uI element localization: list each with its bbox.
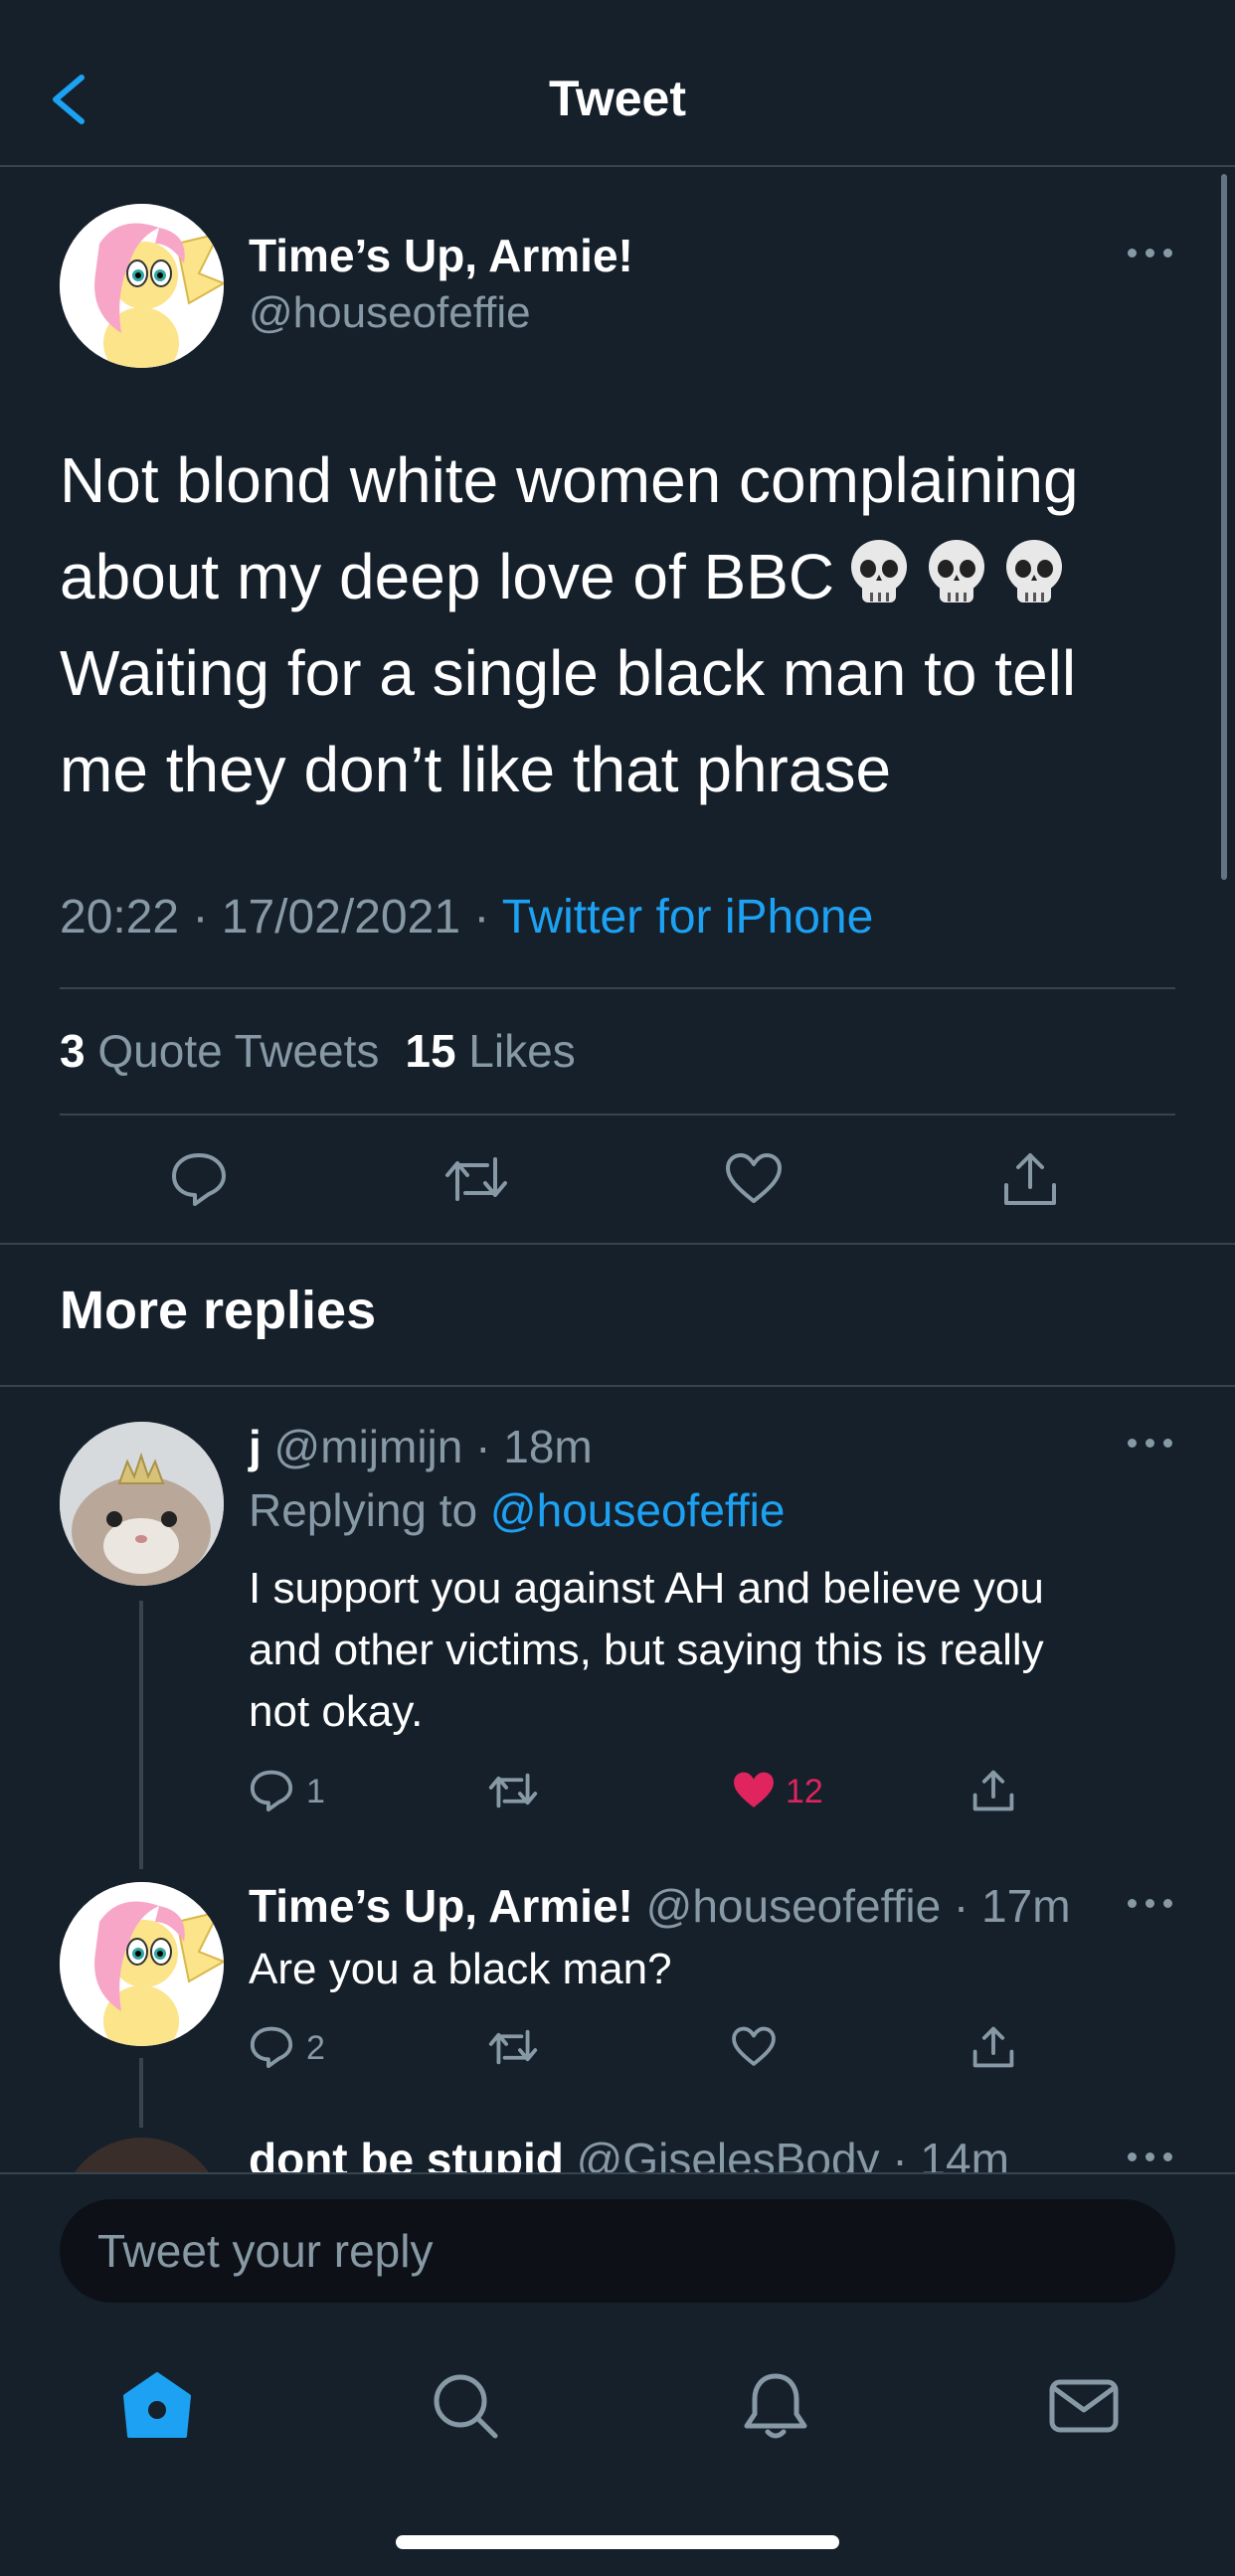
divider bbox=[0, 1385, 1235, 1387]
reply-composer[interactable] bbox=[60, 2199, 1175, 2303]
reply-header: j @mijmijn · 18m bbox=[249, 1420, 593, 1473]
author-name[interactable]: Time’s Up, Armie! bbox=[249, 229, 633, 282]
reply-icon bbox=[250, 2026, 293, 2069]
tweet-text-line: Not blond white women complaining bbox=[60, 444, 1079, 516]
reply-handle-time[interactable]: @houseofeffie · 17m bbox=[633, 1880, 1071, 1932]
tweet-text-line: Waiting for a single black man to tell bbox=[60, 637, 1077, 709]
tab-messages[interactable] bbox=[1044, 2366, 1124, 2446]
more-options-icon[interactable] bbox=[1128, 1439, 1173, 1451]
reply-count: 2 bbox=[306, 2029, 325, 2067]
reply-button[interactable] bbox=[249, 2024, 294, 2070]
messages-icon bbox=[1049, 2379, 1119, 2433]
heart-icon bbox=[732, 2026, 776, 2066]
reply-header: Time’s Up, Armie! @houseofeffie · 17m bbox=[249, 1879, 1071, 1933]
skull-emoji-icon bbox=[929, 540, 985, 602]
page-title: Tweet bbox=[549, 71, 686, 126]
divider bbox=[60, 987, 1175, 989]
tab-notifications[interactable] bbox=[736, 2366, 815, 2446]
quote-count: 3 bbox=[60, 1025, 86, 1077]
home-indicator[interactable] bbox=[396, 2535, 839, 2549]
skull-emoji-icon bbox=[1006, 540, 1063, 602]
author-handle[interactable]: @houseofeffie bbox=[249, 288, 531, 338]
share-icon bbox=[1004, 1153, 1056, 1205]
replying-to: Replying to @houseofeffie bbox=[249, 1483, 785, 1537]
tweet-source-link[interactable]: Twitter for iPhone bbox=[502, 891, 874, 944]
tweet-text-line: about my deep love of BBC bbox=[60, 529, 1183, 625]
like-button[interactable] bbox=[730, 2024, 778, 2070]
reply-icon bbox=[250, 1770, 293, 1812]
share-icon bbox=[972, 1770, 1014, 1811]
avatar[interactable] bbox=[60, 204, 224, 368]
reply-button[interactable] bbox=[169, 1149, 229, 1209]
tab-search[interactable] bbox=[426, 2366, 505, 2446]
like-button[interactable] bbox=[730, 1768, 778, 1813]
tweet-text-line: me they don’t like that phrase bbox=[60, 734, 892, 805]
reply-text-line: I support you against AH and believe you bbox=[249, 1564, 1044, 1613]
like-label: Likes bbox=[455, 1025, 576, 1077]
avatar[interactable] bbox=[60, 1882, 224, 2046]
share-icon bbox=[972, 2026, 1014, 2068]
heart-filled-icon bbox=[734, 1772, 774, 1807]
retweet-icon bbox=[488, 2029, 538, 2065]
likes-link[interactable]: 15 Likes bbox=[405, 1025, 575, 1077]
notifications-icon bbox=[744, 2373, 807, 2439]
reply-text-line: not okay. bbox=[249, 1687, 424, 1736]
hamster-avatar-icon bbox=[60, 1422, 224, 1586]
like-count: 15 bbox=[405, 1025, 456, 1077]
thread-line bbox=[139, 1601, 143, 1869]
replying-to-link[interactable]: @houseofeffie bbox=[490, 1484, 786, 1536]
share-button[interactable] bbox=[970, 2024, 1016, 2070]
retweet-icon bbox=[488, 1773, 538, 1808]
scrollbar[interactable] bbox=[1221, 174, 1227, 880]
retweet-button[interactable] bbox=[443, 1149, 509, 1209]
section-title: More replies bbox=[60, 1281, 377, 1340]
divider bbox=[60, 1114, 1175, 1116]
retweet-button[interactable] bbox=[487, 1768, 539, 1813]
retweet-icon bbox=[445, 1157, 507, 1201]
tweet-text: Not blond white women complaining about … bbox=[60, 432, 1183, 818]
replying-prefix: Replying to bbox=[249, 1484, 490, 1536]
tab-home[interactable] bbox=[117, 2366, 197, 2446]
reply-text-line: and other victims, but saying this is re… bbox=[249, 1626, 1044, 1674]
reply-button[interactable] bbox=[249, 1768, 294, 1813]
reply-author-name[interactable]: Time’s Up, Armie! bbox=[249, 1880, 633, 1932]
share-button[interactable] bbox=[970, 1768, 1016, 1813]
top-bar: Tweet bbox=[0, 0, 1235, 167]
more-options-icon[interactable] bbox=[1128, 2152, 1173, 2164]
avatar[interactable] bbox=[60, 1422, 224, 1586]
thread-line bbox=[139, 2058, 143, 2128]
reply-text: Are you a black man? bbox=[249, 1939, 1183, 2000]
divider bbox=[0, 1243, 1235, 1245]
skull-emoji-icon bbox=[851, 540, 908, 602]
reply-input[interactable] bbox=[97, 2199, 1132, 2303]
home-icon bbox=[123, 2372, 191, 2438]
more-options-icon[interactable] bbox=[1128, 249, 1173, 260]
reply-icon bbox=[172, 1153, 226, 1206]
tweet-timestamp: 20:22 · 17/02/2021 · bbox=[60, 891, 502, 944]
pony-avatar-icon bbox=[60, 204, 224, 368]
quote-label: Quote Tweets bbox=[85, 1025, 380, 1077]
quote-tweets-link[interactable]: 3 Quote Tweets bbox=[60, 1025, 379, 1077]
reply-text-line: Are you a black man? bbox=[249, 1945, 672, 1993]
share-button[interactable] bbox=[1000, 1149, 1060, 1209]
retweet-button[interactable] bbox=[487, 2024, 539, 2070]
tweet-text-segment: about my deep love of BBC bbox=[60, 541, 835, 612]
heart-icon bbox=[726, 1153, 782, 1203]
more-options-icon[interactable] bbox=[1128, 1899, 1173, 1911]
tweet-stats: 3 Quote Tweets 15 Likes bbox=[60, 1024, 576, 1078]
reply-count: 1 bbox=[306, 1773, 325, 1810]
pony-avatar-icon bbox=[60, 1882, 224, 2046]
tweet-meta: 20:22 · 17/02/2021 · Twitter for iPhone bbox=[60, 890, 873, 945]
reply-like-count: 12 bbox=[786, 1773, 823, 1810]
reply-author-name[interactable]: j bbox=[249, 1421, 262, 1472]
reply-text: I support you against AH and believe you… bbox=[249, 1558, 1183, 1743]
search-icon bbox=[434, 2374, 498, 2439]
like-button[interactable] bbox=[724, 1149, 784, 1209]
reply-handle-time[interactable]: @mijmijn · 18m bbox=[262, 1421, 593, 1472]
